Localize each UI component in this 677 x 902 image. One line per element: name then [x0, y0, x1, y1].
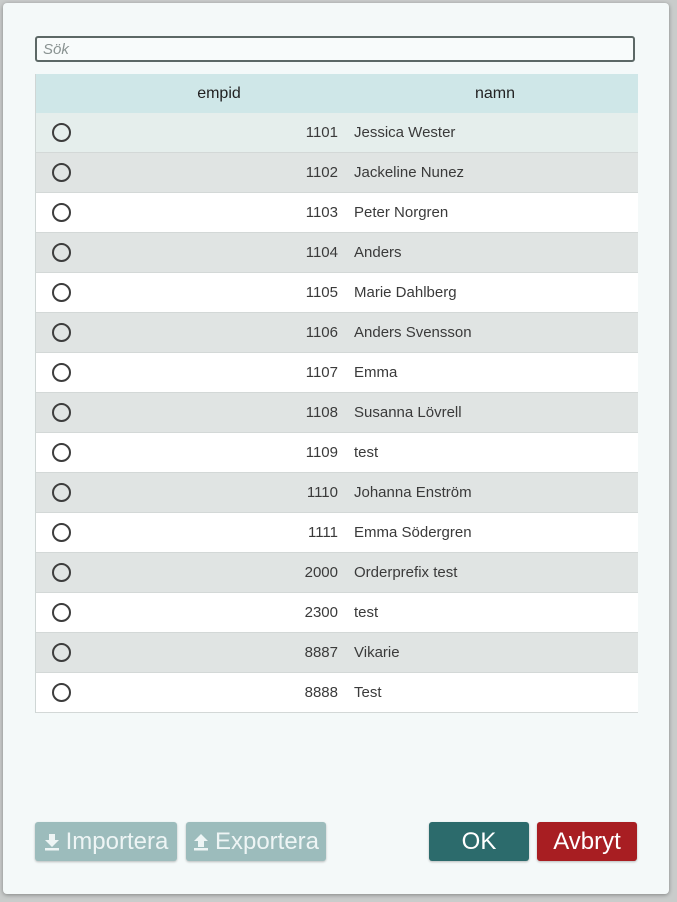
- cell-empid: 1101: [305, 124, 338, 141]
- table-row[interactable]: 1106 Anders Svensson: [36, 313, 638, 353]
- table-header: empid namn: [36, 74, 638, 113]
- cell-namn: Anders: [354, 244, 402, 261]
- table-row[interactable]: 2000 Orderprefix test: [36, 553, 638, 593]
- table-row[interactable]: 1105 Marie Dahlberg: [36, 273, 638, 313]
- row-radio-button[interactable]: [51, 483, 71, 502]
- row-select-cell: [36, 633, 86, 672]
- cell-empid: 1109: [305, 444, 338, 461]
- row-radio-button[interactable]: [51, 243, 71, 262]
- cell-namn: test: [354, 444, 379, 461]
- row-select-cell: [36, 673, 86, 712]
- cell-namn: Peter Norgren: [354, 204, 449, 221]
- cell-empid: 1103: [305, 204, 338, 221]
- column-header-empid[interactable]: empid: [86, 85, 352, 103]
- row-select-cell: [36, 593, 86, 632]
- cell-empid: 1104: [305, 244, 338, 261]
- download-icon: [44, 833, 60, 851]
- row-select-cell: [36, 433, 86, 472]
- row-select-cell: [36, 473, 86, 512]
- row-radio-button[interactable]: [51, 403, 71, 422]
- table-row[interactable]: 1111 Emma Södergren: [36, 513, 638, 553]
- table-row[interactable]: 8887 Vikarie: [36, 633, 638, 673]
- cell-empid: 1108: [305, 404, 338, 421]
- row-radio-button[interactable]: [51, 363, 71, 382]
- cell-namn: Jessica Wester: [354, 124, 456, 141]
- ok-button[interactable]: OK: [429, 822, 529, 861]
- cell-empid: 2300: [304, 604, 338, 621]
- table-row[interactable]: 1104 Anders: [36, 233, 638, 273]
- cell-empid: 8887: [304, 644, 338, 661]
- table-row[interactable]: 1102 Jackeline Nunez: [36, 153, 638, 193]
- row-radio-button[interactable]: [51, 283, 71, 302]
- import-button[interactable]: Importera: [35, 822, 177, 861]
- row-radio-button[interactable]: [51, 443, 71, 462]
- table-row[interactable]: 1108 Susanna Lövrell: [36, 393, 638, 433]
- upload-icon: [193, 833, 209, 851]
- cell-empid: 1107: [305, 364, 338, 381]
- cell-namn: Emma Södergren: [354, 524, 472, 541]
- row-radio-button[interactable]: [51, 203, 71, 222]
- employee-picker-dialog: empid namn 1101 Jessica Wester 1102 Jackeli…: [3, 3, 669, 894]
- import-button-label: Importera: [65, 827, 169, 855]
- cell-empid: 1105: [305, 284, 338, 301]
- cell-empid: 8888: [304, 684, 338, 701]
- cell-empid: 1106: [305, 324, 338, 341]
- row-radio-button[interactable]: [51, 123, 71, 142]
- row-radio-button[interactable]: [51, 323, 71, 342]
- cancel-button[interactable]: Avbryt: [537, 822, 637, 861]
- row-select-cell: [36, 233, 86, 272]
- employee-table: empid namn 1101 Jessica Wester 1102 Jackeli…: [35, 74, 638, 713]
- row-select-cell: [36, 273, 86, 312]
- table-row[interactable]: 8888 Test: [36, 673, 638, 713]
- table-row[interactable]: 1103 Peter Norgren: [36, 193, 638, 233]
- row-select-cell: [36, 313, 86, 352]
- cell-namn: Jackeline Nunez: [354, 164, 465, 181]
- row-radio-button[interactable]: [51, 523, 71, 542]
- table-body: 1101 Jessica Wester 1102 Jackeline Nunez 110…: [36, 113, 638, 713]
- cell-empid: 1110: [306, 484, 338, 501]
- export-button-label: Exportera: [214, 827, 320, 855]
- row-select-cell: [36, 193, 86, 232]
- row-select-cell: [36, 513, 86, 552]
- row-radio-button[interactable]: [51, 643, 71, 662]
- cell-namn: Test: [354, 684, 382, 701]
- cell-empid: 1111: [307, 524, 338, 541]
- cell-empid: 2000: [304, 564, 338, 581]
- row-select-cell: [36, 153, 86, 192]
- cell-empid: 1102: [305, 164, 338, 181]
- cell-namn: Marie Dahlberg: [354, 284, 457, 301]
- row-select-cell: [36, 393, 86, 432]
- row-select-cell: [36, 353, 86, 392]
- table-row[interactable]: 1101 Jessica Wester: [36, 113, 638, 153]
- cell-namn: Anders Svensson: [354, 324, 472, 341]
- row-radio-button[interactable]: [51, 683, 71, 702]
- cell-namn: Vikarie: [354, 644, 400, 661]
- column-header-namn[interactable]: namn: [352, 85, 638, 103]
- cell-namn: test: [354, 604, 379, 621]
- row-radio-button[interactable]: [51, 603, 71, 622]
- table-row[interactable]: 1110 Johanna Enström: [36, 473, 638, 513]
- table-row[interactable]: 2300 test: [36, 593, 638, 633]
- row-radio-button[interactable]: [51, 163, 71, 182]
- export-button[interactable]: Exportera: [186, 822, 326, 861]
- row-radio-button[interactable]: [51, 563, 71, 582]
- cell-namn: Susanna Lövrell: [354, 404, 462, 421]
- row-select-cell: [36, 553, 86, 592]
- row-select-cell: [36, 113, 86, 152]
- search-input[interactable]: [35, 36, 635, 62]
- cell-namn: Orderprefix test: [354, 564, 458, 581]
- cell-namn: Johanna Enström: [354, 484, 472, 501]
- table-row[interactable]: 1109 test: [36, 433, 638, 473]
- table-row[interactable]: 1107 Emma: [36, 353, 638, 393]
- cell-namn: Emma: [354, 364, 398, 381]
